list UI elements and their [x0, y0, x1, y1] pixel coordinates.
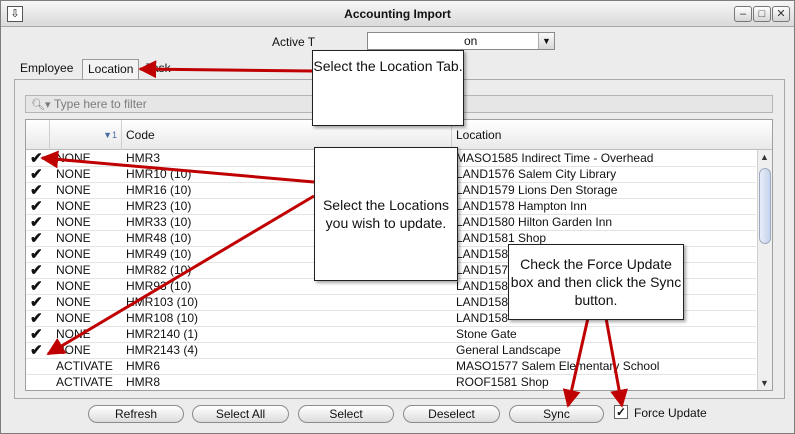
- cell-status: NONE: [56, 183, 91, 197]
- title-bar: ⇩ Accounting Import – □ ✕: [1, 1, 794, 27]
- active-type-select[interactable]: on ▼: [367, 32, 555, 50]
- select-all-button[interactable]: Select All: [192, 405, 289, 423]
- minimize-button[interactable]: –: [734, 6, 752, 22]
- select-button[interactable]: Select: [298, 405, 394, 423]
- checkmark-icon[interactable]: ✔: [30, 327, 43, 343]
- checkmark-icon[interactable]: ✔: [30, 263, 43, 279]
- window-title: Accounting Import: [344, 7, 451, 21]
- cell-location: MASO1585 Indirect Time - Overhead: [456, 151, 654, 165]
- search-icon: 🔍︎▾: [31, 99, 51, 111]
- cell-location: General Landscape: [456, 343, 561, 357]
- tab-task[interactable]: Task: [141, 59, 176, 79]
- tab-location[interactable]: Location: [82, 59, 140, 79]
- cell-status: NONE: [56, 199, 91, 213]
- cell-location: LAND1579 Lions Den Storage: [456, 183, 618, 197]
- checkmark-icon[interactable]: ✔: [30, 199, 43, 215]
- callout-select-locations: Select the Locations you wish to update.: [314, 147, 458, 281]
- cell-status: ACTIVATE: [56, 375, 113, 389]
- cell-status: NONE: [56, 295, 91, 309]
- cell-location: Stone Gate: [456, 327, 517, 341]
- sort-indicator-icon[interactable]: ▼1: [50, 120, 122, 150]
- cell-status: NONE: [56, 263, 91, 277]
- checkmark-icon[interactable]: ✔: [30, 247, 43, 263]
- force-update-checkbox[interactable]: ✓: [614, 405, 628, 419]
- checkmark-icon[interactable]: ✔: [30, 167, 43, 183]
- deselect-button[interactable]: Deselect: [403, 405, 500, 423]
- cell-status: NONE: [56, 247, 91, 261]
- checkmark-icon[interactable]: ✔: [30, 279, 43, 295]
- callout-location-tab: Select the Location Tab.: [312, 50, 464, 126]
- active-type-label: Active T: [272, 35, 316, 49]
- cell-location: LAND1578 Hampton Inn: [456, 199, 587, 213]
- cell-code: HMR2143 (4): [126, 343, 199, 357]
- checkmark-icon[interactable]: ✔: [30, 231, 43, 247]
- cell-code: HMR6: [126, 359, 161, 373]
- checkmark-icon[interactable]: ✔: [30, 215, 43, 231]
- scrollbar-thumb[interactable]: [759, 168, 771, 244]
- cell-status: NONE: [56, 215, 91, 229]
- table-row[interactable]: ACTIVATE HMR6 MASO1577 Salem Elementary Sc…: [26, 359, 756, 375]
- cell-code: HMR93 (10): [126, 279, 192, 293]
- checkmark-icon[interactable]: ✔: [30, 295, 43, 311]
- cell-code: HMR103 (10): [126, 295, 199, 309]
- cell-status: NONE: [56, 279, 91, 293]
- cell-status: ACTIVATE: [56, 359, 113, 373]
- scroll-up-icon[interactable]: ▲: [760, 152, 769, 162]
- checkmark-icon[interactable]: ✔: [30, 343, 43, 359]
- filter-placeholder: Type here to filter: [54, 97, 147, 111]
- cell-status: NONE: [56, 167, 91, 181]
- checkmark-icon[interactable]: ✔: [30, 311, 43, 327]
- header-location[interactable]: Location: [452, 120, 756, 150]
- chevron-down-icon[interactable]: ▼: [538, 33, 554, 49]
- cell-location: ROOF1581 Shop: [456, 375, 549, 389]
- cell-code: HMR108 (10): [126, 311, 199, 325]
- scroll-down-icon[interactable]: ▼: [760, 378, 769, 388]
- checkmark-icon[interactable]: ✔: [30, 183, 43, 199]
- cell-code: HMR2140 (1): [126, 327, 199, 341]
- vertical-scrollbar[interactable]: ▲ ▼: [757, 150, 772, 390]
- cell-status: NONE: [56, 151, 91, 165]
- cell-status: NONE: [56, 343, 91, 357]
- cell-status: NONE: [56, 231, 91, 245]
- checkmark-icon[interactable]: ✔: [30, 151, 43, 167]
- close-button[interactable]: ✕: [772, 6, 790, 22]
- cell-location: LAND1580 Hilton Garden Inn: [456, 215, 613, 229]
- table-row[interactable]: ACTIVATE HMR8 ROOF1581 Shop: [26, 375, 756, 390]
- table-row[interactable]: ✔ NONE HMR2140 (1) Stone Gate: [26, 327, 756, 343]
- sync-button[interactable]: Sync: [509, 405, 604, 423]
- tab-employee[interactable]: Employee: [15, 59, 78, 79]
- cell-location: MASO1577 Salem Elementary School: [456, 359, 660, 373]
- callout-force-update-sync: Check the Force Update box and then clic…: [508, 244, 684, 320]
- cell-status: NONE: [56, 327, 91, 341]
- table-row[interactable]: ✔ NONE HMR2143 (4) General Landscape: [26, 343, 756, 359]
- cell-code: HMR8: [126, 375, 161, 389]
- force-update-label: Force Update: [634, 406, 707, 420]
- header-check-column[interactable]: [26, 120, 50, 150]
- cell-status: NONE: [56, 311, 91, 325]
- maximize-button[interactable]: □: [753, 6, 771, 22]
- refresh-button[interactable]: Refresh: [88, 405, 184, 423]
- active-type-value: on: [464, 34, 478, 48]
- cell-location: LAND1576 Salem City Library: [456, 167, 617, 181]
